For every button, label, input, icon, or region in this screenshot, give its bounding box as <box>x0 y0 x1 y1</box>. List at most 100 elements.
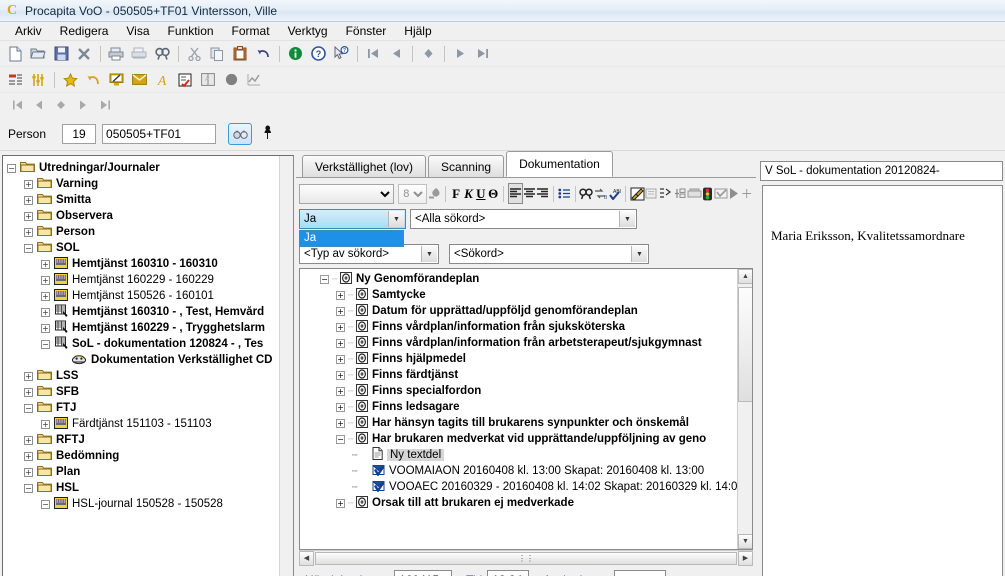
text-color-icon[interactable] <box>427 183 441 204</box>
expand-icon[interactable]: + <box>24 371 33 381</box>
play-icon[interactable] <box>728 183 740 204</box>
keyword-tree-vscrollbar[interactable]: ▲ ▼ <box>737 269 752 549</box>
chart-icon[interactable] <box>243 69 265 91</box>
status-dropdown[interactable]: Ja ▼ Ja <box>299 209 406 247</box>
first-record-icon[interactable] <box>362 43 384 65</box>
menu-item-redigera[interactable]: Redigera <box>51 22 118 40</box>
menu-item-visa[interactable]: Visa <box>117 22 158 40</box>
tab-verkstallighet[interactable]: Verkställighet (lov) <box>302 155 427 177</box>
keyword-tree-hscrollbar[interactable]: ◀ ⋮⋮ ▶ <box>299 550 753 566</box>
left-tree-scrollbar[interactable] <box>279 156 293 576</box>
tree-node[interactable]: − HSL <box>7 480 293 496</box>
context-help-icon[interactable]: ? <box>330 43 352 65</box>
expand-icon[interactable]: + <box>336 338 345 348</box>
align-left-icon[interactable] <box>508 183 524 204</box>
expand-icon[interactable]: + <box>41 419 50 429</box>
menu-item-fonster[interactable]: Fönster <box>337 22 396 40</box>
expand-icon[interactable]: + <box>24 179 33 189</box>
book-icon[interactable]: A <box>197 69 219 91</box>
keyword-node[interactable]: + ┈ Finns specialfordon <box>320 383 752 399</box>
properties-icon[interactable] <box>645 183 659 204</box>
menu-item-verktyg[interactable]: Verktyg <box>279 22 337 40</box>
keyword-node[interactable]: + ┈ Datum för upprättad/uppföljd genomföra… <box>320 303 752 319</box>
status-dropdown-option[interactable]: Ja <box>299 230 404 247</box>
tree-node[interactable]: − SoL - dokumentation 120824 - , Tes <box>7 336 293 352</box>
chevron-down-icon[interactable]: ▼ <box>388 211 404 227</box>
expand-icon[interactable]: + <box>336 354 345 364</box>
next-icon[interactable] <box>72 95 94 115</box>
expand-icon[interactable]: + <box>24 211 33 221</box>
menu-item-funktion[interactable]: Funktion <box>159 22 223 40</box>
expand-icon[interactable]: + <box>336 402 345 412</box>
scroll-up-button[interactable]: ▲ <box>738 269 752 284</box>
signature-screen-icon[interactable] <box>105 69 127 91</box>
collapse-icon[interactable]: − <box>24 403 33 413</box>
keyword-node[interactable]: + ┈ Finns hjälpmedel <box>320 351 752 367</box>
replace-icon[interactable]: B <box>593 183 607 204</box>
revert-icon[interactable] <box>82 69 104 91</box>
binoculars-icon[interactable] <box>228 122 253 145</box>
circle-icon[interactable] <box>220 69 242 91</box>
list-red-icon[interactable] <box>4 69 26 91</box>
bold-icon[interactable]: F <box>450 183 462 204</box>
traffic-light-icon[interactable] <box>702 183 714 204</box>
sign-icon[interactable] <box>714 183 728 204</box>
checklist-icon[interactable] <box>174 69 196 91</box>
keyword-node[interactable]: ┉ VOOMAIAON 20160408 kl. 13:00 Skapat: 20… <box>320 463 752 479</box>
tree-node[interactable]: + Bedömning <box>7 448 293 464</box>
save-icon[interactable] <box>50 43 72 65</box>
delete-icon[interactable] <box>73 43 95 65</box>
expand-icon[interactable]: + <box>41 275 50 285</box>
expand-icon[interactable]: + <box>336 306 345 316</box>
journal-tree[interactable]: − Utredningar/Journaler + Varning + Smitta + Ob… <box>2 155 294 576</box>
menu-item-arkiv[interactable]: Arkiv <box>6 22 51 40</box>
keyword-node[interactable]: + ┈ Orsak till att brukaren ej medverkade <box>320 495 752 511</box>
expand-icon[interactable]: + <box>41 323 50 333</box>
font-size-select[interactable]: 8 <box>398 183 428 204</box>
scroll-left-button[interactable]: ◀ <box>299 550 314 566</box>
keyword-node[interactable]: + ┈ Har hänsyn tagits till brukarens synpu… <box>320 415 752 431</box>
tree-node[interactable]: + Hemtjänst 160310 - , Test, Hemvård <box>7 304 293 320</box>
collapse-icon[interactable]: − <box>7 163 16 173</box>
expand-icon[interactable]: + <box>336 290 345 300</box>
expand-icon[interactable]: + <box>24 435 33 445</box>
scroll-thumb[interactable] <box>738 287 752 402</box>
last-icon[interactable] <box>94 95 116 115</box>
pin-icon[interactable] <box>262 125 273 143</box>
tree-node[interactable]: + Hemtjänst 160229 - 160229 <box>7 272 293 288</box>
expand-icon[interactable]: + <box>336 386 345 396</box>
chevron-down-icon[interactable]: ▼ <box>631 246 647 262</box>
info-icon[interactable] <box>284 43 306 65</box>
highlight-pen-icon[interactable] <box>630 183 645 204</box>
tree-node[interactable]: + Hemtjänst 160229 - , Trygghetslarm <box>7 320 293 336</box>
keyword-tree[interactable]: − ┈ Ny Genomförandeplan + ┈ Samtycke + ┈ Datum f… <box>299 268 753 550</box>
tree-node[interactable]: + Person <box>7 224 293 240</box>
keyword-dropdown[interactable]: <Sökord> ▼ <box>449 244 649 264</box>
keyword-type-dropdown[interactable]: <Typ av sökord> ▼ <box>299 244 439 264</box>
time-input[interactable]: 13.34 <box>487 570 530 576</box>
favorite-star-icon[interactable] <box>59 69 81 91</box>
undo-icon[interactable] <box>252 43 274 65</box>
add-node-icon[interactable] <box>673 183 687 204</box>
event-date-input[interactable]: 160415 <box>394 570 453 576</box>
mail-icon[interactable] <box>128 69 150 91</box>
align-right-icon[interactable] <box>536 183 549 204</box>
expand-icon[interactable]: + <box>336 418 345 428</box>
tree-node[interactable]: + Smitta <box>7 192 293 208</box>
collapse-icon[interactable]: − <box>41 339 50 349</box>
expand-icon[interactable]: + <box>24 387 33 397</box>
tree-node[interactable]: − HSL-journal 150528 - 150528 <box>7 496 293 512</box>
prev-icon[interactable] <box>28 95 50 115</box>
end-date-input[interactable] <box>614 570 667 576</box>
spellcheck-icon[interactable]: ABC <box>607 183 621 204</box>
keyword-node[interactable]: + ┈ Finns ledsagare <box>320 399 752 415</box>
help-icon[interactable]: ? <box>307 43 329 65</box>
tree-node[interactable]: Dokumentation Verkställighet CD <box>7 352 293 368</box>
template-icon[interactable] <box>687 183 702 204</box>
expand-icon[interactable]: + <box>24 195 33 205</box>
tree-node[interactable]: − FTJ <box>7 400 293 416</box>
person-id-input[interactable] <box>102 123 217 144</box>
find-icon[interactable] <box>579 183 593 204</box>
new-document-icon[interactable] <box>4 43 26 65</box>
current-record-icon[interactable] <box>417 43 439 65</box>
